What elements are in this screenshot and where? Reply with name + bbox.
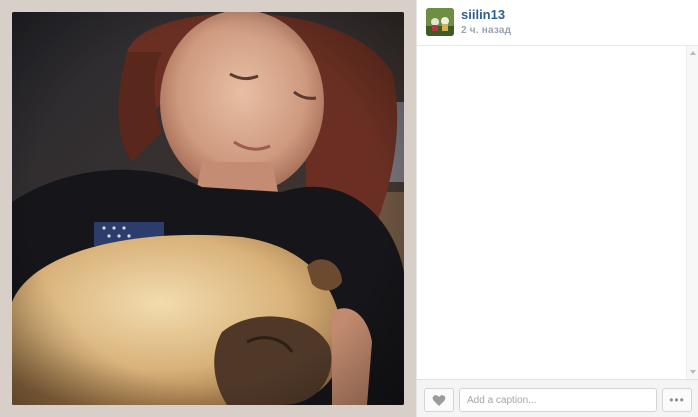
post-timestamp: 2 ч. назад	[461, 25, 512, 36]
scroll-down-arrow-icon[interactable]	[690, 370, 696, 374]
post-detail-pane: siilin13 2 ч. назад •••	[416, 0, 698, 417]
post-photo[interactable]	[12, 12, 404, 405]
heart-icon	[432, 394, 446, 406]
caption-input[interactable]	[459, 388, 657, 412]
post-header: siilin13 2 ч. назад	[417, 0, 698, 46]
avatar[interactable]	[426, 8, 454, 36]
scroll-up-arrow-icon[interactable]	[690, 51, 696, 55]
like-button[interactable]	[424, 388, 454, 412]
username-link[interactable]: siilin13	[461, 7, 505, 22]
photo-pane	[0, 0, 416, 417]
photo-image	[12, 12, 404, 405]
comments-scrollbar[interactable]	[686, 46, 698, 379]
more-options-icon: •••	[669, 393, 685, 407]
comment-bar: •••	[417, 379, 698, 417]
more-options-button[interactable]: •••	[662, 388, 692, 412]
comments-area	[417, 46, 698, 379]
